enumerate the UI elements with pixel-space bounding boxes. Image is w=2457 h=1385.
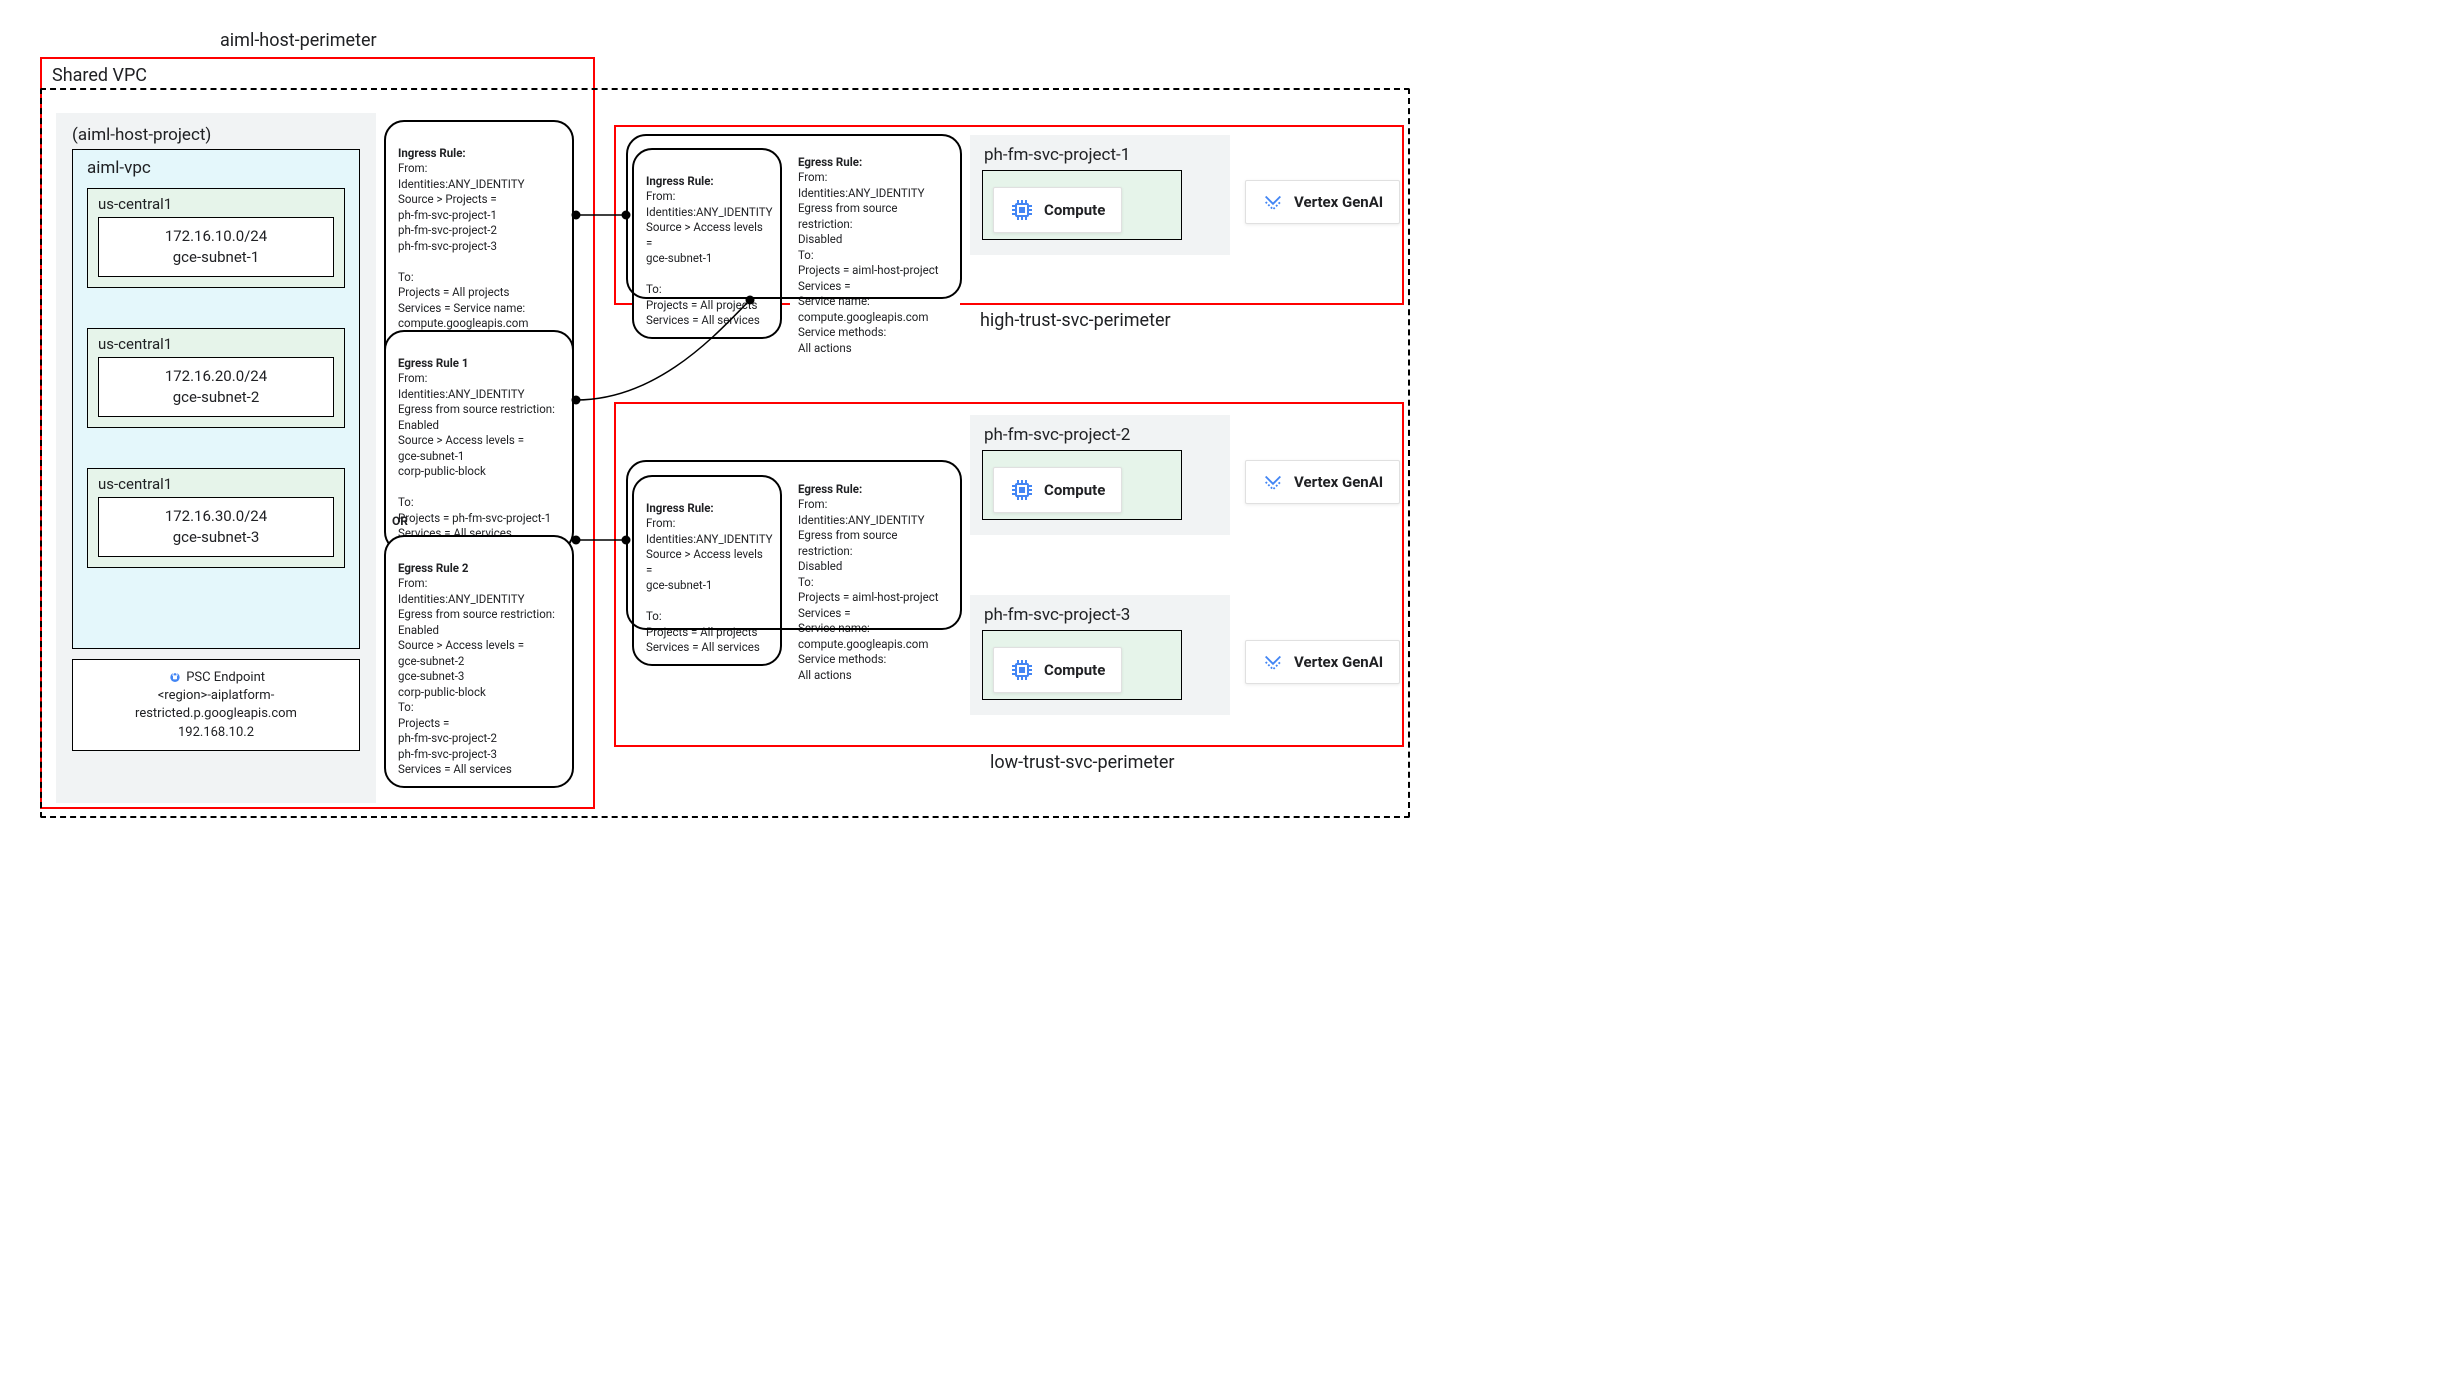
or-label: OR [392,514,408,528]
subnet-3-box: us-central1 172.16.30.0/24 gce-subnet-3 [87,468,345,568]
low-trust-perimeter-label: low-trust-svc-perimeter [990,752,1175,773]
psc-endpoint-box: PSC Endpoint <region>-aiplatform-restric… [72,659,360,751]
architecture-diagram: aiml-host-perimeter Shared VPC (aiml-hos… [20,20,1510,850]
compute-badge: Compute [993,467,1122,513]
compute-label: Compute [1044,481,1105,499]
host-egress-rule-2: Egress Rule 2 From: Identities:ANY_IDENT… [384,535,574,788]
vertex-label: Vertex GenAI [1294,193,1383,211]
vertex-ai-icon [1262,651,1284,673]
compute-label: Compute [1044,201,1105,219]
vertex-label: Vertex GenAI [1294,653,1383,671]
compute-label: Compute [1044,661,1105,679]
subnet-2-inner: 172.16.20.0/24 gce-subnet-2 [98,357,334,417]
vertex-ai-icon [1262,471,1284,493]
compute-engine-icon [1010,658,1034,682]
svc-project-1-title: ph-fm-svc-project-1 [984,145,1216,165]
subnet-1-cidr: 172.16.10.0/24 [165,227,267,245]
subnet-1-inner: 172.16.10.0/24 gce-subnet-1 [98,217,334,277]
subnet-1-name: gce-subnet-1 [173,248,260,266]
svc-project-1-vertex-badge: Vertex GenAI [1245,180,1400,224]
svc-project-3-title: ph-fm-svc-project-3 [984,605,1216,625]
svc-project-2-compute-group: Compute [982,450,1182,520]
compute-engine-icon [1010,478,1034,502]
svc-project-3-compute-group: Compute [982,630,1182,700]
svc-project-1-compute-group: Compute [982,170,1182,240]
subnet-2-box: us-central1 172.16.20.0/24 gce-subnet-2 [87,328,345,428]
rule-title: Ingress Rule: [646,501,714,515]
subnet-1-region: us-central1 [98,195,334,213]
aiml-vpc-box: aiml-vpc us-central1 172.16.10.0/24 gce-… [72,149,360,649]
rule-body: From: Identities:ANY_IDENTITY Source > A… [646,189,773,327]
subnet-2-region: us-central1 [98,335,334,353]
host-egress-rule-1: Egress Rule 1 From: Identities:ANY_IDENT… [384,330,574,552]
subnet-3-cidr: 172.16.30.0/24 [165,507,267,525]
subnet-3-name: gce-subnet-3 [173,528,260,546]
vertex-ai-icon [1262,191,1284,213]
aiml-vpc-label: aiml-vpc [87,158,345,178]
psc-lock-icon [167,668,183,684]
rule-title: Ingress Rule: [646,174,714,188]
subnet-3-inner: 172.16.30.0/24 gce-subnet-3 [98,497,334,557]
aiml-host-project-box: (aiml-host-project) aiml-vpc us-central1… [56,113,376,803]
low-trust-egress-rule: Egress Rule: From: Identities:ANY_IDENTI… [790,460,960,689]
subnet-2-cidr: 172.16.20.0/24 [165,367,267,385]
rule-title: Egress Rule: [798,482,862,496]
subnet-3-region: us-central1 [98,475,334,493]
subnet-2-name: gce-subnet-2 [173,388,260,406]
psc-endpoint-title: PSC Endpoint [186,669,265,687]
rule-body: From: Identities:ANY_IDENTITY Egress fro… [798,170,939,355]
high-trust-ingress-rule: Ingress Rule: From: Identities:ANY_IDENT… [632,148,782,339]
svc-project-2-vertex-badge: Vertex GenAI [1245,460,1400,504]
rule-body: From: Identities:ANY_IDENTITY Source > A… [646,516,773,654]
subnet-1-box: us-central1 172.16.10.0/24 gce-subnet-1 [87,188,345,288]
compute-badge: Compute [993,647,1122,693]
high-trust-perimeter-label: high-trust-svc-perimeter [980,310,1171,331]
rule-title: Ingress Rule: [398,146,466,160]
psc-endpoint-ip: 192.168.10.2 [178,725,254,740]
rule-title: Egress Rule 1 [398,356,468,370]
rule-title: Egress Rule 2 [398,561,468,575]
aiml-host-perimeter-label: aiml-host-perimeter [220,30,377,51]
aiml-host-project-label: (aiml-host-project) [72,125,360,145]
rule-body: From: Identities:ANY_IDENTITY Egress fro… [398,576,555,776]
compute-engine-icon [1010,198,1034,222]
svc-project-3-vertex-badge: Vertex GenAI [1245,640,1400,684]
rule-body: From: Identities:ANY_IDENTITY Egress fro… [798,497,939,682]
rule-title: Egress Rule: [798,155,862,169]
svc-project-2-title: ph-fm-svc-project-2 [984,425,1216,445]
psc-endpoint-host: <region>-aiplatform-restricted.p.googlea… [135,688,297,721]
low-trust-ingress-rule: Ingress Rule: From: Identities:ANY_IDENT… [632,475,782,666]
rule-body: From: Identities:ANY_IDENTITY Egress fro… [398,371,555,540]
shared-vpc-label: Shared VPC [48,65,151,86]
high-trust-egress-rule: Egress Rule: From: Identities:ANY_IDENTI… [790,133,960,362]
vertex-label: Vertex GenAI [1294,473,1383,491]
compute-badge: Compute [993,187,1122,233]
